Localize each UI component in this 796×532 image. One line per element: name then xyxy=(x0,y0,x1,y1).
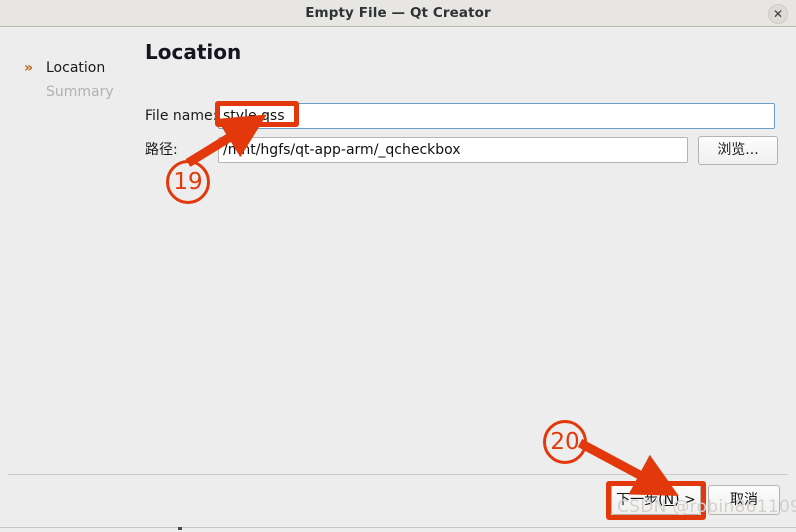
window-bottom-edge xyxy=(0,527,796,532)
footer-separator xyxy=(8,474,788,475)
annotation-arrow-20 xyxy=(577,439,679,496)
file-name-label: File name: xyxy=(145,108,218,124)
sidebar-item-summary[interactable]: Summary xyxy=(24,80,134,104)
close-icon[interactable]: ✕ xyxy=(768,4,788,24)
taskbar-tick xyxy=(178,527,182,530)
path-label: 路径: xyxy=(145,142,178,158)
window-titlebar: Empty File — Qt Creator ✕ xyxy=(0,0,796,27)
path-input[interactable]: /mnt/hgfs/qt-app-arm/_qcheckbox xyxy=(218,137,688,163)
browse-button[interactable]: 浏览... xyxy=(698,136,778,165)
sidebar-item-location[interactable]: » Location xyxy=(24,56,134,80)
watermark: CSDN @robin861109 xyxy=(617,497,796,517)
page-title: Location xyxy=(145,40,242,64)
window-title: Empty File — Qt Creator xyxy=(305,5,491,21)
annotation-marker-20: 20 xyxy=(543,420,587,464)
sidebar-item-label-location: Location xyxy=(46,60,106,76)
file-name-input[interactable]: style.qss xyxy=(218,103,775,129)
sidebar-item-label-summary: Summary xyxy=(46,84,114,100)
chevron-right-icon: » xyxy=(24,60,34,76)
qt-creator-wizard-dialog: Empty File — Qt Creator ✕ » Location Sum… xyxy=(0,0,796,532)
annotation-marker-19: 19 xyxy=(166,160,210,204)
wizard-step-list: » Location Summary xyxy=(24,56,134,104)
